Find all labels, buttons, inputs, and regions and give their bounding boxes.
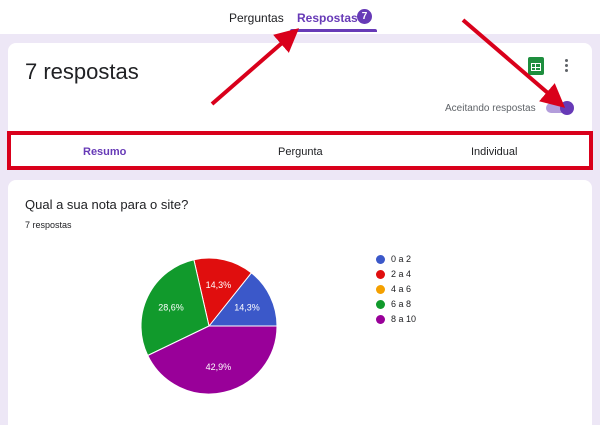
legend-item: 2 a 4: [376, 269, 416, 284]
legend-label: 8 a 10: [391, 314, 417, 324]
active-tab-indicator: [290, 29, 377, 32]
legend-color-dot: [376, 300, 385, 309]
legend-color-dot: [376, 255, 385, 264]
accepting-responses-toggle[interactable]: [546, 101, 574, 115]
tab-individual[interactable]: Individual: [471, 146, 517, 158]
legend-item: 6 a 8: [376, 299, 416, 314]
tab-responses[interactable]: Respostas: [297, 11, 358, 25]
legend-color-dot: [376, 270, 385, 279]
pie-slice-label: 14,3%: [234, 303, 260, 313]
google-sheets-icon[interactable]: [528, 57, 544, 75]
response-view-tabs: Resumo Pergunta Individual: [7, 131, 593, 170]
legend-color-dot: [376, 315, 385, 324]
top-navigation: Perguntas Respostas 7: [0, 0, 600, 34]
legend-label: 6 a 8: [391, 299, 412, 309]
chart-legend: 0 a 2 2 a 4 4 a 6 6 a 8 8 a 10: [376, 254, 416, 329]
pie-chart: 14,3% 14,3% 28,6% 42,9%: [140, 257, 278, 395]
tab-questions[interactable]: Perguntas: [229, 11, 284, 25]
responses-count-badge: 7: [357, 9, 372, 24]
tab-summary[interactable]: Resumo: [83, 146, 126, 158]
pie-slice-label: 28,6%: [158, 303, 184, 313]
legend-label: 0 a 2: [391, 254, 412, 264]
legend-label: 4 a 6: [391, 284, 412, 294]
page-title: 7 respostas: [25, 59, 139, 84]
accepting-responses-label: Aceitando respostas: [445, 103, 536, 114]
pie-slice-label: 14,3%: [206, 280, 232, 290]
pie-slice-label: 42,9%: [206, 362, 232, 372]
question-summary-card: Qual a sua nota para o site? 7 respostas…: [8, 180, 592, 425]
toggle-knob: [560, 101, 574, 115]
legend-color-dot: [376, 285, 385, 294]
more-vert-icon[interactable]: [560, 57, 572, 75]
legend-item: 8 a 10: [376, 314, 416, 329]
tab-question[interactable]: Pergunta: [278, 146, 323, 158]
legend-item: 4 a 6: [376, 284, 416, 299]
legend-label: 2 a 4: [391, 269, 412, 279]
legend-item: 0 a 2: [376, 254, 416, 269]
